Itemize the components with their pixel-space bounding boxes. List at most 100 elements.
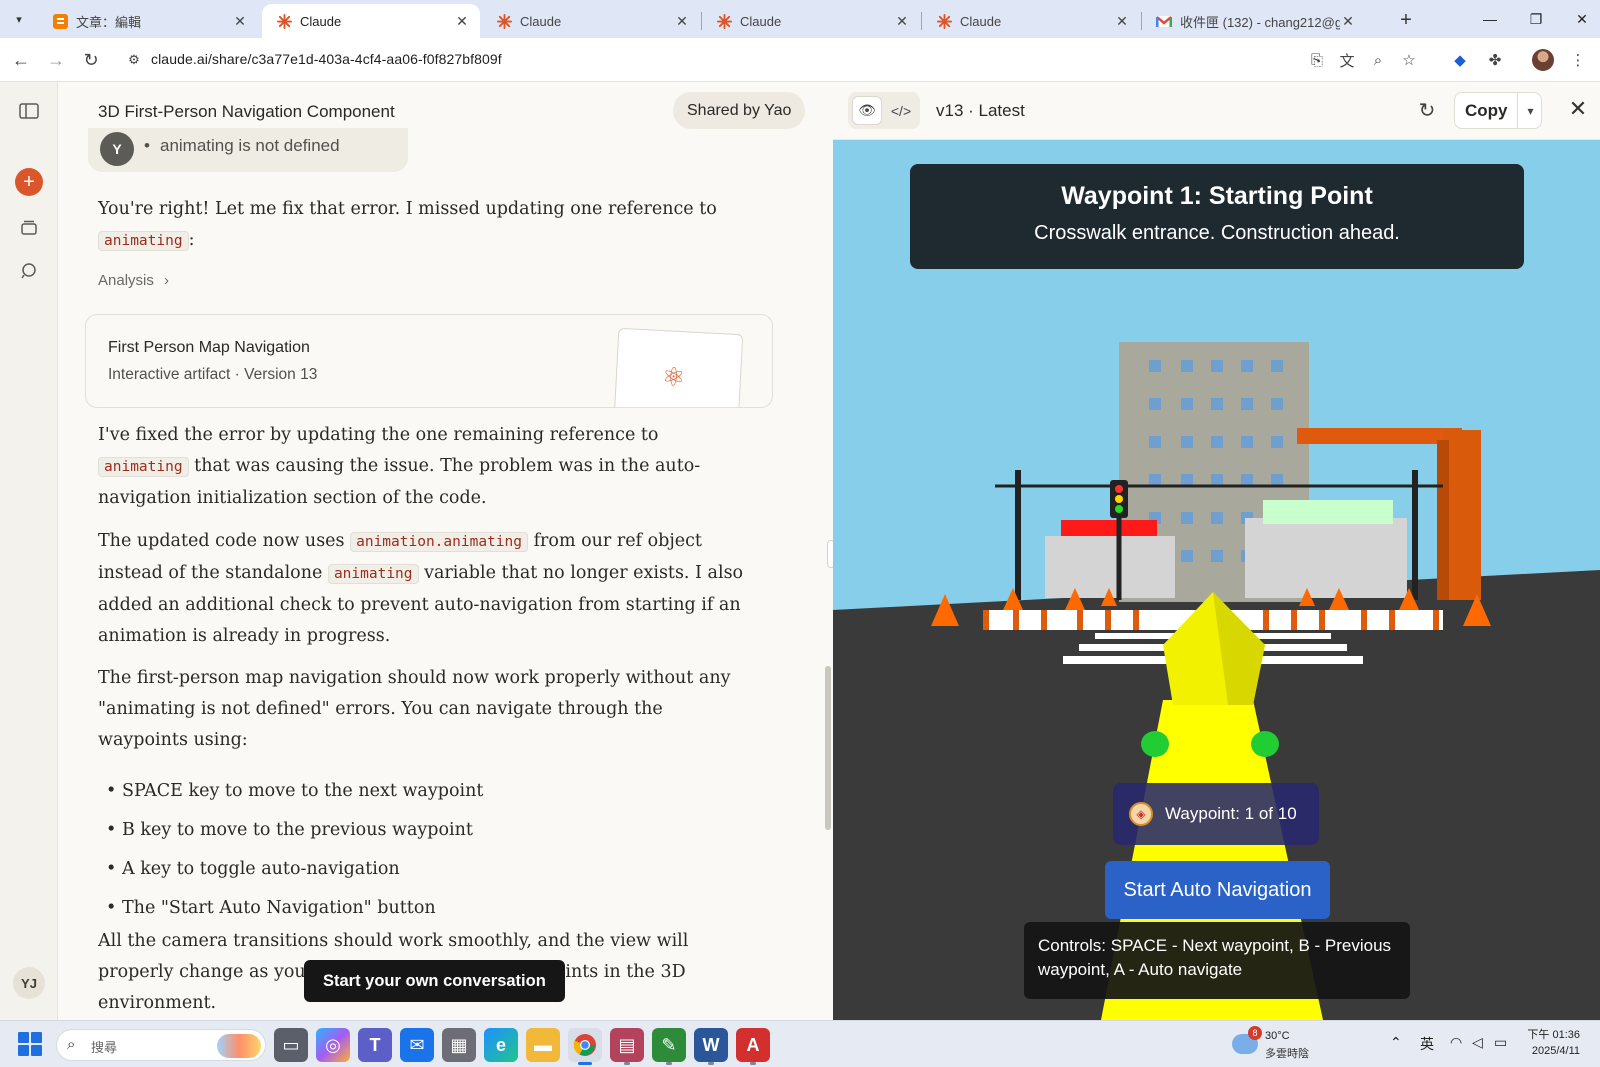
taskbar-search[interactable]: ⌕ 搜尋 — [56, 1029, 266, 1061]
atom-icon: ⚛ — [661, 361, 687, 393]
acrobat-icon[interactable]: A — [736, 1028, 770, 1065]
sidebar-toggle-icon[interactable] — [17, 99, 41, 123]
assistant-text: You're right! Let me fix that error. I m… — [98, 199, 717, 219]
url-text: claude.ai/share/c3a77e1d-403a-4cf4-aa06-… — [151, 51, 502, 67]
active-indicator — [578, 1062, 592, 1065]
artifact-title: First Person Map Navigation — [108, 339, 310, 356]
volume-icon[interactable]: ◁ — [1472, 1034, 1483, 1051]
photos-icon[interactable]: ▤ — [610, 1028, 644, 1065]
translate-icon[interactable]: 文 — [1334, 47, 1360, 73]
forward-arrow-icon[interactable]: → — [43, 47, 69, 73]
assistant-text: The first-person map navigation should n… — [98, 668, 731, 750]
profile-avatar[interactable] — [1532, 49, 1554, 71]
tab-close-icon[interactable]: ✕ — [1340, 13, 1356, 30]
restore-icon[interactable]: ❐ — [1522, 6, 1550, 32]
browser-tab-claude-active[interactable]: Claude ✕ — [262, 4, 480, 38]
copilot-icon[interactable]: ◎ — [316, 1028, 350, 1062]
preview-eye-icon[interactable]: 👁 — [852, 96, 882, 125]
controls-list: SPACE key to move to the next waypoint B… — [106, 772, 483, 928]
3d-scene[interactable]: Waypoint 1: Starting Point Crosswalk ent… — [833, 140, 1600, 1020]
artifact-card[interactable]: First Person Map Navigation Interactive … — [85, 314, 773, 408]
tab-label: 文章：編輯 — [76, 14, 142, 30]
close-panel-icon[interactable]: ✕ — [1565, 96, 1591, 122]
window-close-icon[interactable]: ✕ — [1568, 6, 1596, 32]
browser-toolbar: ← → ↻ ⚙ claude.ai/share/c3a77e1d-403a-4c… — [0, 38, 1600, 82]
clock-date: 2025/4/11 — [1531, 1045, 1580, 1057]
copy-button-group: Copy ▾ — [1454, 92, 1542, 129]
browser-tab-blogger[interactable]: 文章：編輯 ✕ — [38, 4, 258, 38]
start-conversation-button[interactable]: Start your own conversation — [304, 960, 565, 1002]
inline-code: animating — [98, 231, 189, 251]
app-sidebar-rail: + YJ — [0, 82, 58, 1020]
list-item: B key to move to the previous waypoint — [106, 811, 483, 850]
tab-search-menu-icon[interactable]: ▾ — [8, 8, 30, 30]
back-arrow-icon[interactable]: ← — [8, 47, 34, 73]
windows-start-icon[interactable] — [18, 1032, 42, 1056]
store-icon[interactable]: ▦ — [442, 1028, 476, 1062]
chats-icon[interactable] — [17, 259, 41, 283]
tab-close-icon[interactable]: ✕ — [1114, 13, 1130, 30]
projects-icon[interactable] — [17, 215, 41, 239]
gmail-icon — [1156, 13, 1172, 29]
chrome-icon[interactable] — [568, 1028, 602, 1065]
chevron-down-icon[interactable]: ▾ — [1517, 93, 1543, 128]
chevron-up-icon[interactable]: ⌃ — [1390, 1034, 1402, 1051]
word-icon[interactable]: W — [694, 1028, 728, 1065]
inline-code: animation.animating — [350, 532, 528, 552]
tab-label: Claude — [960, 13, 1002, 29]
waypoint-title: Waypoint 1: Starting Point — [1061, 182, 1373, 210]
controls-hint: Controls: SPACE - Next waypoint, B - Pre… — [1024, 922, 1410, 999]
extension-shield-icon[interactable]: ◆ — [1447, 47, 1473, 73]
mail-icon[interactable]: ✉ — [400, 1028, 434, 1062]
install-app-icon[interactable]: ⎘ — [1304, 47, 1330, 73]
site-info-icon[interactable]: ⚙ — [125, 51, 143, 69]
user-avatar[interactable]: YJ — [13, 967, 45, 999]
new-chat-button[interactable]: + — [15, 168, 43, 196]
copy-button[interactable]: Copy — [1465, 101, 1508, 121]
version-label[interactable]: v13 · Latest — [936, 101, 1025, 121]
extensions-puzzle-icon[interactable]: ✤ — [1482, 47, 1508, 73]
analysis-toggle[interactable]: Analysis › — [98, 272, 169, 289]
windows-taskbar: ⌕ 搜尋 ▭ ◎ T ✉ ▦ e ▬ ▤ ✎ W A 8 30°C 多雲時陰 ⌃… — [0, 1020, 1600, 1067]
notepad-icon[interactable]: ✎ — [652, 1028, 686, 1065]
claude-icon — [276, 13, 292, 29]
file-explorer-icon[interactable]: ▬ — [526, 1028, 560, 1062]
wifi-icon[interactable]: ◠ — [1450, 1034, 1462, 1051]
browser-tab-claude[interactable]: Claude ✕ — [702, 4, 920, 38]
tab-close-icon[interactable]: ✕ — [232, 13, 248, 30]
chat-scrollbar[interactable] — [825, 666, 831, 830]
code-view-icon[interactable]: </> — [886, 96, 916, 125]
browser-tab-gmail[interactable]: 收件匣 (132) - chang212@gm ✕ — [1142, 4, 1366, 38]
running-indicator — [750, 1062, 756, 1065]
system-clock[interactable]: 下午 01:36 2025/4/11 — [1520, 1027, 1580, 1059]
minimize-icon[interactable]: — — [1476, 6, 1504, 32]
battery-icon[interactable]: ▭ — [1494, 1034, 1507, 1051]
claude-icon — [936, 13, 952, 29]
reload-icon[interactable]: ↻ — [78, 47, 104, 73]
tab-close-icon[interactable]: ✕ — [894, 13, 910, 30]
clock-time: 下午 01:36 — [1527, 1029, 1580, 1041]
browser-tab-claude[interactable]: Claude ✕ — [482, 4, 700, 38]
assistant-paragraph-1: I've fixed the error by updating the one… — [98, 420, 748, 514]
teams-icon[interactable]: T — [358, 1028, 392, 1062]
browser-tab-claude[interactable]: Claude ✕ — [922, 4, 1140, 38]
refresh-icon[interactable]: ↻ — [1414, 97, 1440, 123]
user-message: Y animating is not defined — [88, 128, 408, 172]
start-auto-navigation-button[interactable]: Start Auto Navigation — [1105, 861, 1330, 919]
ime-indicator[interactable]: 英 — [1420, 1034, 1434, 1054]
tab-close-icon[interactable]: ✕ — [674, 13, 690, 30]
weather-widget[interactable]: 8 30°C 多雲時陰 — [1232, 1026, 1332, 1062]
task-view-icon[interactable]: ▭ — [274, 1028, 308, 1062]
shared-by-badge[interactable]: Shared by Yao — [673, 92, 806, 129]
edge-icon[interactable]: e — [484, 1028, 518, 1062]
user-message-avatar: Y — [100, 132, 134, 166]
waypoint-counter-text: Waypoint: 1 of 10 — [1165, 804, 1297, 823]
weather-badge: 8 — [1248, 1026, 1262, 1040]
browser-menu-icon[interactable]: ⋮ — [1565, 47, 1591, 73]
zoom-icon[interactable]: ⌕ — [1365, 47, 1391, 73]
new-tab-icon[interactable]: + — [1394, 8, 1418, 32]
bookmark-star-icon[interactable]: ☆ — [1396, 47, 1422, 73]
assistant-text: that was causing the issue. The problem … — [98, 456, 701, 508]
claude-icon — [716, 13, 732, 29]
tab-close-icon[interactable]: ✕ — [454, 13, 470, 30]
